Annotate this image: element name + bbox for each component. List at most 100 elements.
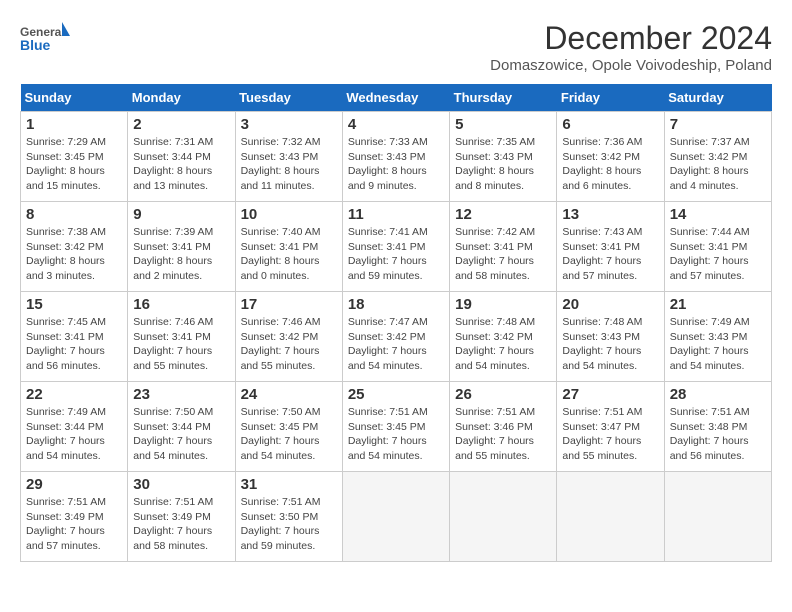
day-number: 16 — [133, 296, 229, 313]
week-3: 15 Sunrise: 7:45 AMSunset: 3:41 PMDayligh… — [21, 292, 772, 382]
table-row: 11 Sunrise: 7:41 AMSunset: 3:41 PMDayligh… — [342, 202, 449, 292]
day-number: 9 — [133, 206, 229, 223]
day-info: Sunrise: 7:51 AMSunset: 3:50 PMDaylight:… — [241, 495, 337, 554]
day-number: 15 — [26, 296, 122, 313]
table-row: 2Sunrise: 7:31 AMSunset: 3:44 PMDaylight… — [128, 112, 235, 202]
day-info: Sunrise: 7:51 AMSunset: 3:46 PMDaylight:… — [455, 405, 551, 464]
day-info: Sunrise: 7:38 AMSunset: 3:42 PMDaylight:… — [26, 225, 122, 284]
day-info: Sunrise: 7:51 AMSunset: 3:47 PMDaylight:… — [562, 405, 658, 464]
day-info: Sunrise: 7:32 AMSunset: 3:43 PMDaylight:… — [241, 135, 337, 194]
week-1: 1 Sunrise: 7:29 AMSunset: 3:45 PMDaylight… — [21, 112, 772, 202]
table-row: 6 Sunrise: 7:36 AMSunset: 3:42 PMDaylight… — [557, 112, 664, 202]
day-number: 11 — [348, 206, 444, 223]
table-row: 25 Sunrise: 7:51 AMSunset: 3:45 PMDayligh… — [342, 382, 449, 472]
day-info: Sunrise: 7:49 AMSunset: 3:43 PMDaylight:… — [670, 315, 766, 374]
table-row: 27Sunrise: 7:51 AMSunset: 3:47 PMDayligh… — [557, 382, 664, 472]
day-info: Sunrise: 7:50 AMSunset: 3:44 PMDaylight:… — [133, 405, 229, 464]
day-number: 30 — [133, 476, 229, 493]
week-5: 29Sunrise: 7:51 AMSunset: 3:49 PMDayligh… — [21, 472, 772, 562]
day-number: 25 — [348, 386, 444, 403]
day-number: 7 — [670, 116, 766, 133]
table-row: 5 Sunrise: 7:35 AMSunset: 3:43 PMDaylight… — [450, 112, 557, 202]
day-number: 23 — [133, 386, 229, 403]
col-wednesday: Wednesday — [342, 84, 449, 112]
day-info: Sunrise: 7:51 AMSunset: 3:49 PMDaylight:… — [26, 495, 122, 554]
day-info: Sunrise: 7:42 AMSunset: 3:41 PMDaylight:… — [455, 225, 551, 284]
day-info: Sunrise: 7:46 AMSunset: 3:41 PMDaylight:… — [133, 315, 229, 374]
table-row — [557, 472, 664, 562]
location-subtitle: Domaszowice, Opole Voivodeship, Poland — [490, 57, 772, 74]
day-info: Sunrise: 7:51 AMSunset: 3:49 PMDaylight:… — [133, 495, 229, 554]
col-saturday: Saturday — [664, 84, 771, 112]
day-number: 6 — [562, 116, 658, 133]
table-row: 30 Sunrise: 7:51 AMSunset: 3:49 PMDayligh… — [128, 472, 235, 562]
day-info: Sunrise: 7:48 AMSunset: 3:43 PMDaylight:… — [562, 315, 658, 374]
day-number: 10 — [241, 206, 337, 223]
table-row: 14 Sunrise: 7:44 AMSunset: 3:41 PMDayligh… — [664, 202, 771, 292]
table-row: 7 Sunrise: 7:37 AMSunset: 3:42 PMDaylight… — [664, 112, 771, 202]
table-row: 23 Sunrise: 7:50 AMSunset: 3:44 PMDayligh… — [128, 382, 235, 472]
day-number: 1 — [26, 116, 122, 133]
day-number: 28 — [670, 386, 766, 403]
col-friday: Friday — [557, 84, 664, 112]
day-info: Sunrise: 7:51 AMSunset: 3:45 PMDaylight:… — [348, 405, 444, 464]
day-number: 4 — [348, 116, 444, 133]
table-row: 9 Sunrise: 7:39 AMSunset: 3:41 PMDaylight… — [128, 202, 235, 292]
day-number: 18 — [348, 296, 444, 313]
logo: General Blue — [20, 20, 70, 65]
week-4: 22 Sunrise: 7:49 AMSunset: 3:44 PMDayligh… — [21, 382, 772, 472]
day-info: Sunrise: 7:40 AMSunset: 3:41 PMDaylight:… — [241, 225, 337, 284]
table-row: 19 Sunrise: 7:48 AMSunset: 3:42 PMDayligh… — [450, 292, 557, 382]
day-number: 13 — [562, 206, 658, 223]
day-info: Sunrise: 7:45 AMSunset: 3:41 PMDaylight:… — [26, 315, 122, 374]
table-row: 8 Sunrise: 7:38 AMSunset: 3:42 PMDaylight… — [21, 202, 128, 292]
table-row: 18 Sunrise: 7:47 AMSunset: 3:42 PMDayligh… — [342, 292, 449, 382]
day-info: Sunrise: 7:50 AMSunset: 3:45 PMDaylight:… — [241, 405, 337, 464]
day-info: Sunrise: 7:33 AMSunset: 3:43 PMDaylight:… — [348, 135, 444, 194]
col-monday: Monday — [128, 84, 235, 112]
day-info: Sunrise: 7:41 AMSunset: 3:41 PMDaylight:… — [348, 225, 444, 284]
day-info: Sunrise: 7:47 AMSunset: 3:42 PMDaylight:… — [348, 315, 444, 374]
day-info: Sunrise: 7:37 AMSunset: 3:42 PMDaylight:… — [670, 135, 766, 194]
day-info: Sunrise: 7:43 AMSunset: 3:41 PMDaylight:… — [562, 225, 658, 284]
table-row: 17 Sunrise: 7:46 AMSunset: 3:42 PMDayligh… — [235, 292, 342, 382]
day-number: 19 — [455, 296, 551, 313]
table-row: 28Sunrise: 7:51 AMSunset: 3:48 PMDayligh… — [664, 382, 771, 472]
day-number: 14 — [670, 206, 766, 223]
day-info: Sunrise: 7:35 AMSunset: 3:43 PMDaylight:… — [455, 135, 551, 194]
day-number: 24 — [241, 386, 337, 403]
table-row: 20Sunrise: 7:48 AMSunset: 3:43 PMDayligh… — [557, 292, 664, 382]
day-info: Sunrise: 7:29 AMSunset: 3:45 PMDaylight:… — [26, 135, 122, 194]
svg-text:Blue: Blue — [20, 37, 51, 53]
day-number: 12 — [455, 206, 551, 223]
day-info: Sunrise: 7:39 AMSunset: 3:41 PMDaylight:… — [133, 225, 229, 284]
day-number: 5 — [455, 116, 551, 133]
day-info: Sunrise: 7:46 AMSunset: 3:42 PMDaylight:… — [241, 315, 337, 374]
table-row: 15 Sunrise: 7:45 AMSunset: 3:41 PMDayligh… — [21, 292, 128, 382]
table-row: 10 Sunrise: 7:40 AMSunset: 3:41 PMDayligh… — [235, 202, 342, 292]
day-info: Sunrise: 7:36 AMSunset: 3:42 PMDaylight:… — [562, 135, 658, 194]
day-info: Sunrise: 7:44 AMSunset: 3:41 PMDaylight:… — [670, 225, 766, 284]
page-header: General Blue December 2024 Domaszowice, … — [20, 20, 772, 74]
day-number: 8 — [26, 206, 122, 223]
table-row: 26 Sunrise: 7:51 AMSunset: 3:46 PMDayligh… — [450, 382, 557, 472]
table-row: 24 Sunrise: 7:50 AMSunset: 3:45 PMDayligh… — [235, 382, 342, 472]
col-thursday: Thursday — [450, 84, 557, 112]
table-row: 21 Sunrise: 7:49 AMSunset: 3:43 PMDayligh… — [664, 292, 771, 382]
month-title: December 2024 — [490, 20, 772, 57]
table-row: 29Sunrise: 7:51 AMSunset: 3:49 PMDayligh… — [21, 472, 128, 562]
day-number: 2 — [133, 116, 229, 133]
table-row — [664, 472, 771, 562]
day-number: 26 — [455, 386, 551, 403]
day-info: Sunrise: 7:48 AMSunset: 3:42 PMDaylight:… — [455, 315, 551, 374]
day-number: 21 — [670, 296, 766, 313]
table-row: 16 Sunrise: 7:46 AMSunset: 3:41 PMDayligh… — [128, 292, 235, 382]
table-row: 12 Sunrise: 7:42 AMSunset: 3:41 PMDayligh… — [450, 202, 557, 292]
table-row: 1 Sunrise: 7:29 AMSunset: 3:45 PMDaylight… — [21, 112, 128, 202]
day-number: 22 — [26, 386, 122, 403]
table-row: 22 Sunrise: 7:49 AMSunset: 3:44 PMDayligh… — [21, 382, 128, 472]
day-info: Sunrise: 7:49 AMSunset: 3:44 PMDaylight:… — [26, 405, 122, 464]
col-tuesday: Tuesday — [235, 84, 342, 112]
table-row: 31Sunrise: 7:51 AMSunset: 3:50 PMDayligh… — [235, 472, 342, 562]
day-number: 17 — [241, 296, 337, 313]
